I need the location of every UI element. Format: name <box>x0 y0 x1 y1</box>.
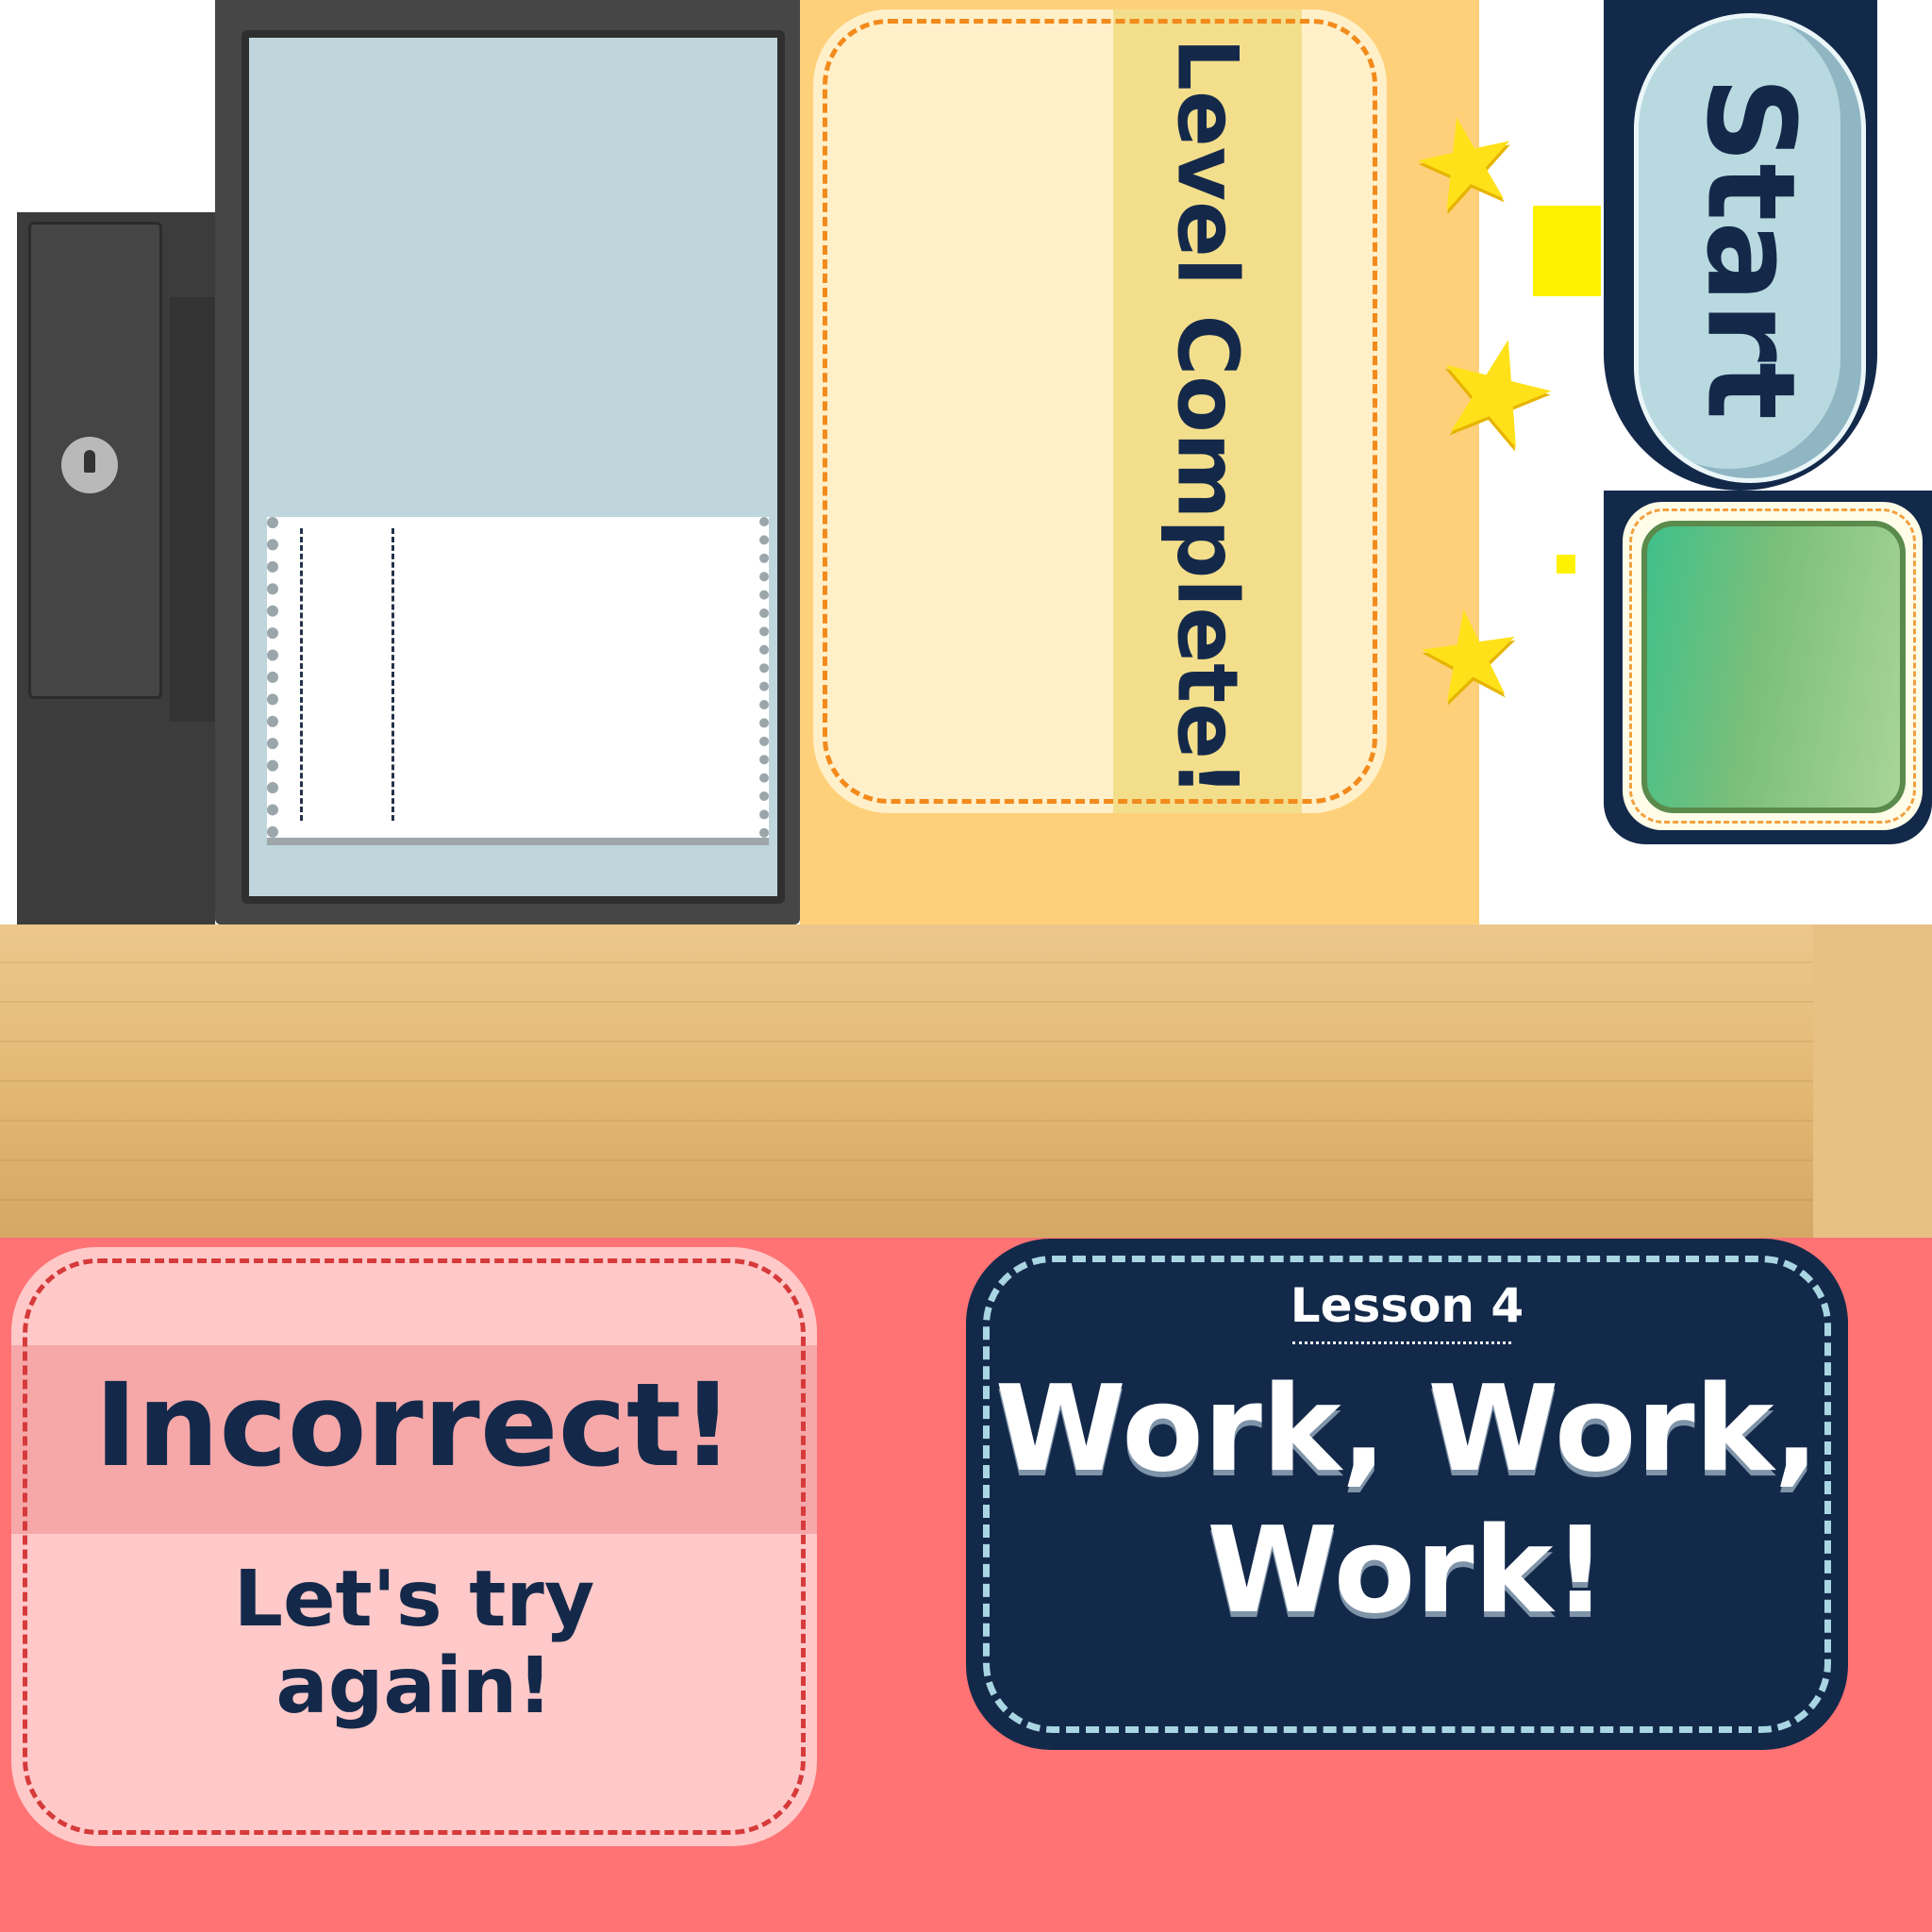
incorrect-card <box>11 1247 817 1846</box>
incorrect-subtitle-line: Let's try <box>233 1555 595 1644</box>
star-icon: ★ <box>1397 80 1536 244</box>
drawer-rail <box>170 297 215 722</box>
star-icon: ★ <box>1405 576 1535 734</box>
receipt <box>267 517 769 838</box>
wood-plank-edge <box>1813 924 1932 1283</box>
lesson-underline <box>1292 1341 1511 1344</box>
receipt-divider <box>391 528 394 821</box>
incorrect-title: Incorrect! <box>94 1358 734 1492</box>
lesson-title-line: Work! <box>1207 1501 1607 1640</box>
level-complete-title-wrap: Level Complete! <box>1111 38 1304 798</box>
lesson-title: Work, Work, Work! <box>966 1358 1848 1641</box>
green-button[interactable] <box>1641 521 1906 813</box>
sparkle <box>1533 206 1601 296</box>
receipt-divider <box>300 528 303 821</box>
wood-plank <box>0 924 1813 1241</box>
incorrect-subtitle-line: again! <box>275 1641 553 1731</box>
keyhole-icon <box>61 437 118 493</box>
lesson-label: Lesson 4 <box>1290 1278 1524 1333</box>
sparkle <box>1557 555 1575 574</box>
level-complete-title: Level Complete! <box>1158 38 1257 798</box>
incorrect-subtitle: Let's try again! <box>11 1557 817 1730</box>
lesson-title-line: Work, Work, <box>994 1359 1820 1498</box>
start-button-label-wrap[interactable]: Start <box>1634 13 1866 483</box>
start-button-label: Start <box>1679 75 1821 421</box>
